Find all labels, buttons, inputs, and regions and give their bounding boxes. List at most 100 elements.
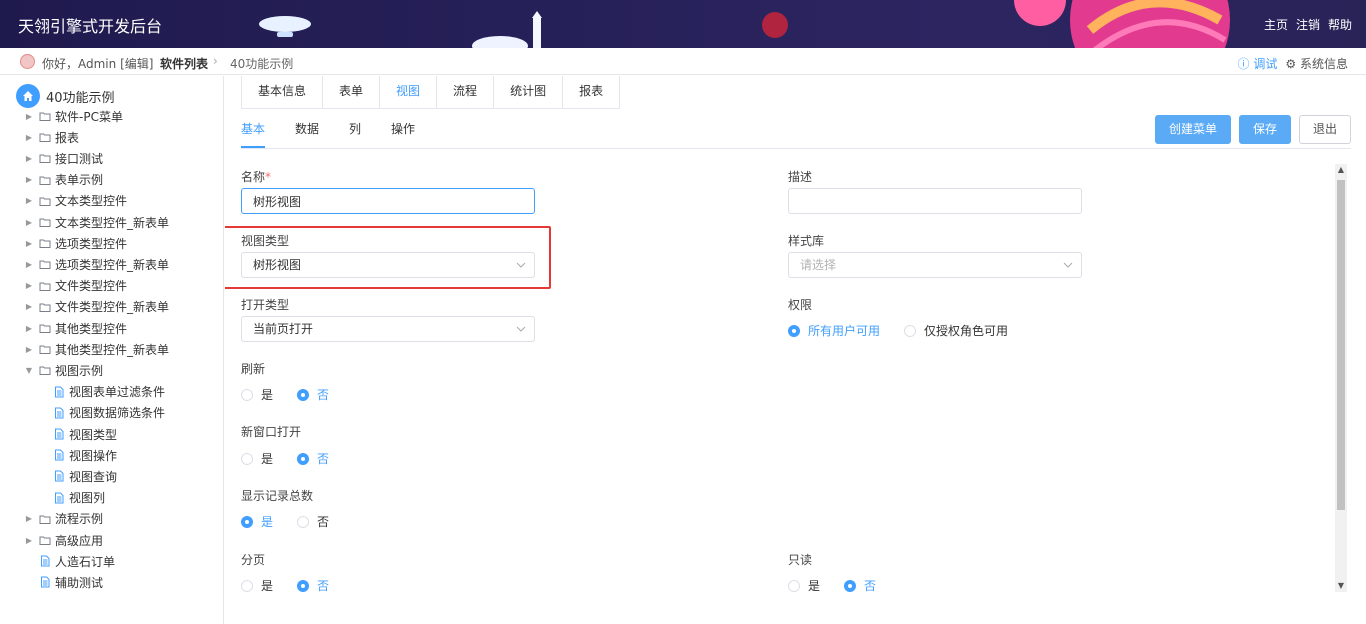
caret-right-icon[interactable]: ▶ <box>24 175 34 184</box>
refresh-yes-radio[interactable]: 是 <box>241 386 273 403</box>
view-type-select[interactable]: 树形视图 <box>241 252 535 278</box>
readonly-no-radio[interactable]: 否 <box>844 577 876 594</box>
tree-item[interactable]: ▶ 报表 <box>24 128 79 146</box>
caret-right-icon[interactable]: ▶ <box>24 196 34 205</box>
caret-right-icon[interactable]: ▶ <box>24 133 34 142</box>
edit-profile-link[interactable]: [编辑] <box>120 57 153 71</box>
folder-open-icon <box>39 366 51 376</box>
form-scrollbar[interactable]: ▲ ▼ <box>1335 164 1347 592</box>
main-panel: 基本信息 表单 视图 流程 统计图 报表 基本 数据 列 操作 创建菜单 保存 … <box>225 76 1366 624</box>
scrollbar-thumb[interactable] <box>1337 180 1345 510</box>
tree-item[interactable]: ▶ 文件类型控件 <box>24 277 127 295</box>
caret-right-icon[interactable]: ▶ <box>24 281 34 290</box>
new-window-label: 新窗口打开 <box>241 425 302 439</box>
caret-right-icon[interactable]: ▶ <box>24 260 34 269</box>
save-button[interactable]: 保存 <box>1238 115 1291 144</box>
caret-right-icon[interactable]: ▶ <box>24 514 34 523</box>
open-type-label: 打开类型 <box>241 298 290 312</box>
tab-chart[interactable]: 统计图 <box>494 76 564 108</box>
create-menu-button[interactable]: 创建菜单 <box>1154 115 1231 144</box>
show-count-yes-radio[interactable]: 是 <box>241 513 273 530</box>
tree-item[interactable]: ▶ 文件类型控件_新表单 <box>24 298 169 316</box>
tree-item[interactable]: 辅助测试 <box>24 573 103 591</box>
caret-right-icon[interactable]: ▶ <box>24 154 34 163</box>
name-input[interactable] <box>241 188 535 214</box>
tree-item[interactable]: 视图操作 <box>38 446 117 464</box>
tree-item[interactable]: ▶ 表单示例 <box>24 171 103 189</box>
tab-view[interactable]: 视图 <box>380 76 438 108</box>
folder-icon <box>39 197 51 206</box>
scroll-up-icon[interactable]: ▲ <box>1335 164 1347 176</box>
tab-basic-info[interactable]: 基本信息 <box>242 76 324 108</box>
tree-item[interactable]: ▼ 视图示例 <box>24 361 103 379</box>
tree-item[interactable]: 视图列 <box>38 489 105 507</box>
caret-right-icon[interactable]: ▶ <box>24 218 34 227</box>
tab-report[interactable]: 报表 <box>563 76 619 108</box>
scroll-down-icon[interactable]: ▼ <box>1335 580 1347 592</box>
nav-home-link[interactable]: 主页 <box>1264 16 1288 33</box>
tree-item-label: 其他类型控件 <box>55 321 128 336</box>
tab-form[interactable]: 表单 <box>323 76 381 108</box>
tree-item-label: 视图示例 <box>55 363 104 378</box>
home-icon <box>16 84 40 108</box>
show-count-no-radio[interactable]: 否 <box>297 513 329 530</box>
subtab-columns[interactable]: 列 <box>349 120 361 148</box>
subtab-operations[interactable]: 操作 <box>391 120 415 148</box>
exit-button[interactable]: 退出 <box>1298 115 1351 144</box>
tree-item[interactable]: ▶ 选项类型控件 <box>24 234 127 252</box>
style-library-select[interactable]: 请选择 <box>788 252 1082 278</box>
subtab-data[interactable]: 数据 <box>295 120 319 148</box>
tree-item[interactable]: ▶ 其他类型控件 <box>24 319 127 337</box>
permission-authorized-roles-radio[interactable]: 仅授权角色可用 <box>904 322 1008 339</box>
caret-right-icon[interactable]: ▶ <box>24 112 34 121</box>
caret-right-icon[interactable]: ▶ <box>24 324 34 333</box>
description-input[interactable] <box>788 188 1082 214</box>
new-window-no-radio[interactable]: 否 <box>297 450 329 467</box>
breadcrumb-software-list[interactable]: 软件列表 <box>160 55 208 72</box>
tree-item[interactable]: ▶ 软件-PC菜单 <box>24 107 123 125</box>
tree-item[interactable]: 视图表单过滤条件 <box>38 383 165 401</box>
tree-root[interactable]: 40功能示例 <box>16 84 115 108</box>
caret-right-icon[interactable]: ▶ <box>24 345 34 354</box>
tree-item-label: 人造石订单 <box>55 554 116 569</box>
new-window-yes-radio[interactable]: 是 <box>241 450 273 467</box>
subtab-basic[interactable]: 基本 <box>241 120 266 148</box>
caret-right-icon[interactable]: ▶ <box>24 302 34 311</box>
nav-help-link[interactable]: 帮助 <box>1328 16 1352 33</box>
tree-item[interactable]: ▶ 选项类型控件_新表单 <box>24 255 169 273</box>
caret-right-icon[interactable]: ▶ <box>24 239 34 248</box>
file-icon <box>55 449 64 461</box>
tree-item[interactable]: ▶ 高级应用 <box>24 531 103 549</box>
file-icon <box>55 428 64 440</box>
tree-item-label: 视图表单过滤条件 <box>69 385 166 400</box>
caret-down-icon[interactable]: ▼ <box>24 366 34 375</box>
paging-yes-radio[interactable]: 是 <box>241 577 273 594</box>
tree-item-label: 文件类型控件 <box>55 279 128 294</box>
refresh-no-radio[interactable]: 否 <box>297 386 329 403</box>
tree-item[interactable]: 视图数据筛选条件 <box>38 404 165 422</box>
app-title: 天翎引擎式开发后台 <box>18 17 163 36</box>
readonly-yes-radio[interactable]: 是 <box>788 577 820 594</box>
paging-no-radio[interactable]: 否 <box>297 577 329 594</box>
permission-all-users-radio[interactable]: 所有用户可用 <box>788 322 880 339</box>
tree-item[interactable]: 视图查询 <box>38 467 117 485</box>
caret-right-icon[interactable]: ▶ <box>24 536 34 545</box>
tree-item[interactable]: 人造石订单 <box>24 552 115 570</box>
debug-link[interactable]: ⓘ 调试 <box>1238 55 1278 72</box>
system-info-link[interactable]: ⚙ 系统信息 <box>1285 55 1348 72</box>
tree-item-label: 其他类型控件_新表单 <box>55 342 170 357</box>
action-buttons: 创建菜单 保存 退出 <box>1154 115 1351 144</box>
open-type-select[interactable]: 当前页打开 <box>241 316 535 342</box>
tree-item[interactable]: ▶ 文本类型控件_新表单 <box>24 213 169 231</box>
tree-item[interactable]: 视图类型 <box>38 425 117 443</box>
tree-item[interactable]: ▶ 接口测试 <box>24 149 103 167</box>
breadcrumb-right-tools: ⓘ 调试 ⚙ 系统信息 <box>1238 55 1348 72</box>
nav-logout-link[interactable]: 注销 <box>1296 16 1320 33</box>
tree-item[interactable]: ▶ 文本类型控件 <box>24 192 127 210</box>
folder-icon <box>39 282 51 291</box>
tree-item[interactable]: ▶ 流程示例 <box>24 510 103 528</box>
folder-icon <box>39 133 51 143</box>
tree-item[interactable]: ▶ 其他类型控件_新表单 <box>24 340 169 358</box>
tab-flow[interactable]: 流程 <box>437 76 495 108</box>
planet-red-icon <box>762 12 788 38</box>
